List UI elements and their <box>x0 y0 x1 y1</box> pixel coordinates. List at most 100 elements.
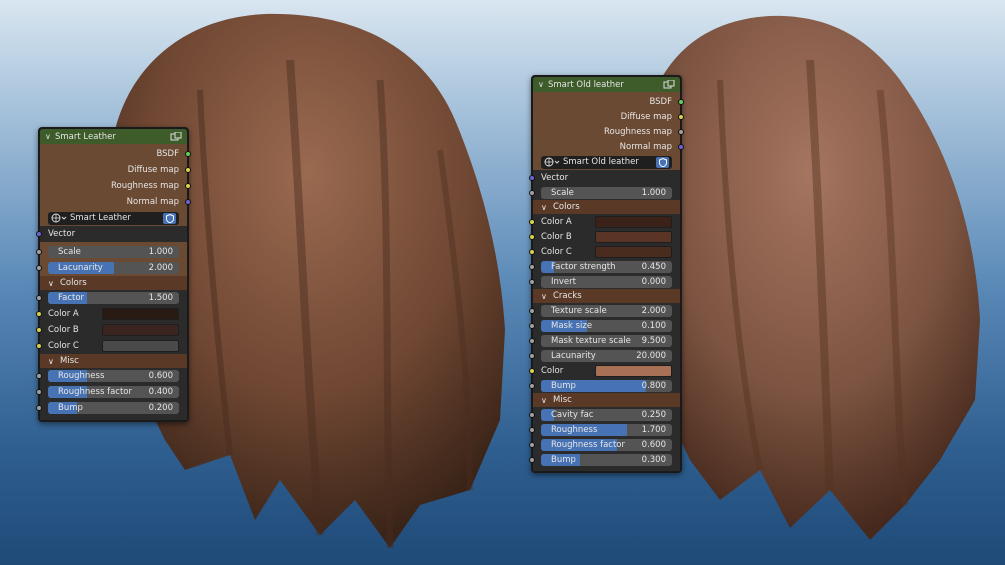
socket-color-c[interactable] <box>529 249 535 255</box>
socket-lacunarity[interactable] <box>529 353 535 359</box>
field-label: Scale <box>58 247 81 257</box>
colors-panel-header[interactable]: ∨ Colors <box>533 200 680 214</box>
socket-vector[interactable] <box>36 231 42 237</box>
roughness-slider[interactable]: Roughness 0.600 <box>48 370 179 382</box>
socket-bsdf[interactable] <box>678 99 684 105</box>
socket-vector[interactable] <box>529 175 535 181</box>
fake-user-shield-icon[interactable] <box>163 212 176 224</box>
collapse-chevron-icon[interactable]: ∨ <box>45 132 55 141</box>
socket-texture-scale[interactable] <box>529 308 535 314</box>
socket-roughness[interactable] <box>36 373 42 379</box>
texture-scale-field[interactable]: Texture scale 2.000 <box>541 304 672 317</box>
node-group-selector[interactable]: Smart Old leather <box>533 154 680 170</box>
socket-roughness[interactable] <box>185 183 191 189</box>
smart-old-leather-node[interactable]: ∨ Smart Old leather BSDF Diffuse map Rou… <box>529 75 684 473</box>
socket-factor[interactable] <box>36 295 42 301</box>
node-group-icon[interactable] <box>170 131 182 142</box>
node-group-selector[interactable]: Smart Leather <box>40 210 187 226</box>
node-tree-icon[interactable] <box>544 157 560 167</box>
node-header[interactable]: ∨ Smart Old leather <box>533 77 680 92</box>
field-value: 1.700 <box>641 424 666 435</box>
bump-misc-slider[interactable]: Bump 0.300 <box>541 453 672 466</box>
socket-mask-texture-scale[interactable] <box>529 338 535 344</box>
input-lacunarity: Lacunarity 2.000 <box>36 260 187 276</box>
node-header[interactable]: ∨ Smart Leather <box>40 129 187 144</box>
color-a-swatch[interactable] <box>102 308 179 320</box>
lacunarity-slider[interactable]: Lacunarity 2.000 <box>48 262 179 274</box>
mask-texture-scale-field[interactable]: Mask texture scale 9.500 <box>541 334 672 347</box>
misc-panel-header[interactable]: ∨ Misc <box>533 393 680 407</box>
roughness-factor-slider[interactable]: Roughness factor 0.600 <box>541 438 672 451</box>
color-c-swatch[interactable] <box>102 340 179 352</box>
socket-roughness-factor[interactable] <box>36 389 42 395</box>
socket-lacunarity[interactable] <box>36 265 42 271</box>
socket-bump[interactable] <box>529 457 535 463</box>
collapse-chevron-icon[interactable]: ∨ <box>538 80 548 89</box>
field-label: Texture scale <box>551 305 607 316</box>
field-label: Lacunarity <box>58 263 103 273</box>
factor-strength-slider[interactable]: Factor strength 0.450 <box>541 260 672 273</box>
socket-invert[interactable] <box>529 279 535 285</box>
socket-roughness-factor[interactable] <box>529 442 535 448</box>
socket-bump[interactable] <box>36 405 42 411</box>
roughness-slider[interactable]: Roughness 1.700 <box>541 423 672 436</box>
bump-cracks-slider[interactable]: Bump 0.800 <box>541 379 672 392</box>
node-group-icon[interactable] <box>663 79 675 90</box>
crack-color-swatch[interactable] <box>595 364 672 377</box>
input-roughness-factor: Roughness factor 0.600 <box>529 437 680 452</box>
socket-normal[interactable] <box>678 144 684 150</box>
output-normal-map: Normal map <box>40 194 191 210</box>
socket-color-a[interactable] <box>529 219 535 225</box>
color-a-swatch[interactable] <box>595 215 672 228</box>
socket-scale[interactable] <box>36 249 42 255</box>
socket-cavity-fac[interactable] <box>529 412 535 418</box>
socket-roughness[interactable] <box>678 129 684 135</box>
input-texture-scale: Texture scale 2.000 <box>529 303 680 318</box>
input-color-a: Color A <box>36 306 187 322</box>
socket-mask-size[interactable] <box>529 323 535 329</box>
socket-crack-color[interactable] <box>529 368 535 374</box>
field-label: Factor strength <box>551 261 616 272</box>
socket-normal[interactable] <box>185 199 191 205</box>
output-label: Roughness map <box>111 181 179 191</box>
scale-field[interactable]: Scale 1.000 <box>48 246 179 258</box>
socket-color-a[interactable] <box>36 311 42 317</box>
socket-factor-strength[interactable] <box>529 264 535 270</box>
color-b-swatch[interactable] <box>595 230 672 243</box>
socket-color-b[interactable] <box>529 234 535 240</box>
socket-scale[interactable] <box>529 190 535 196</box>
smart-leather-node[interactable]: ∨ Smart Leather BSDF Diffuse map Roughne… <box>36 127 191 422</box>
lacunarity-field[interactable]: Lacunarity 20.000 <box>541 349 672 362</box>
socket-diffuse[interactable] <box>185 167 191 173</box>
socket-bump[interactable] <box>529 383 535 389</box>
cavity-fac-slider[interactable]: Cavity fac 0.250 <box>541 408 672 421</box>
node-group-dropdown[interactable]: Smart Old leather <box>541 155 672 169</box>
socket-color-c[interactable] <box>36 343 42 349</box>
chevron-down-icon: ∨ <box>541 202 547 212</box>
node-title: Smart Old leather <box>548 79 624 90</box>
roughness-factor-slider[interactable]: Roughness factor 0.400 <box>48 386 179 398</box>
mask-size-slider[interactable]: Mask size 0.100 <box>541 319 672 332</box>
right-leather-cloth <box>640 15 980 540</box>
material-name: Smart Old leather <box>563 157 639 167</box>
misc-panel-header[interactable]: ∨ Misc <box>40 354 187 368</box>
colors-panel-header[interactable]: ∨ Colors <box>40 276 187 290</box>
field-value: 2.000 <box>641 305 666 316</box>
output-bsdf: BSDF <box>40 146 191 162</box>
node-tree-icon[interactable] <box>51 213 67 223</box>
cracks-panel-header[interactable]: ∨ Cracks <box>533 289 680 303</box>
color-b-swatch[interactable] <box>102 324 179 336</box>
fake-user-shield-icon[interactable] <box>656 156 669 168</box>
invert-field[interactable]: Invert 0.000 <box>541 275 672 288</box>
socket-diffuse[interactable] <box>678 114 684 120</box>
input-roughness-factor: Roughness factor 0.400 <box>36 384 187 400</box>
scale-field[interactable]: Scale 1.000 <box>541 186 672 199</box>
node-group-dropdown[interactable]: Smart Leather <box>48 211 179 225</box>
color-c-swatch[interactable] <box>595 245 672 258</box>
socket-color-b[interactable] <box>36 327 42 333</box>
bump-slider[interactable]: Bump 0.200 <box>48 402 179 414</box>
socket-roughness[interactable] <box>529 427 535 433</box>
factor-slider[interactable]: Factor 1.500 <box>48 292 179 304</box>
socket-bsdf[interactable] <box>185 151 191 157</box>
output-label: BSDF <box>649 96 672 107</box>
